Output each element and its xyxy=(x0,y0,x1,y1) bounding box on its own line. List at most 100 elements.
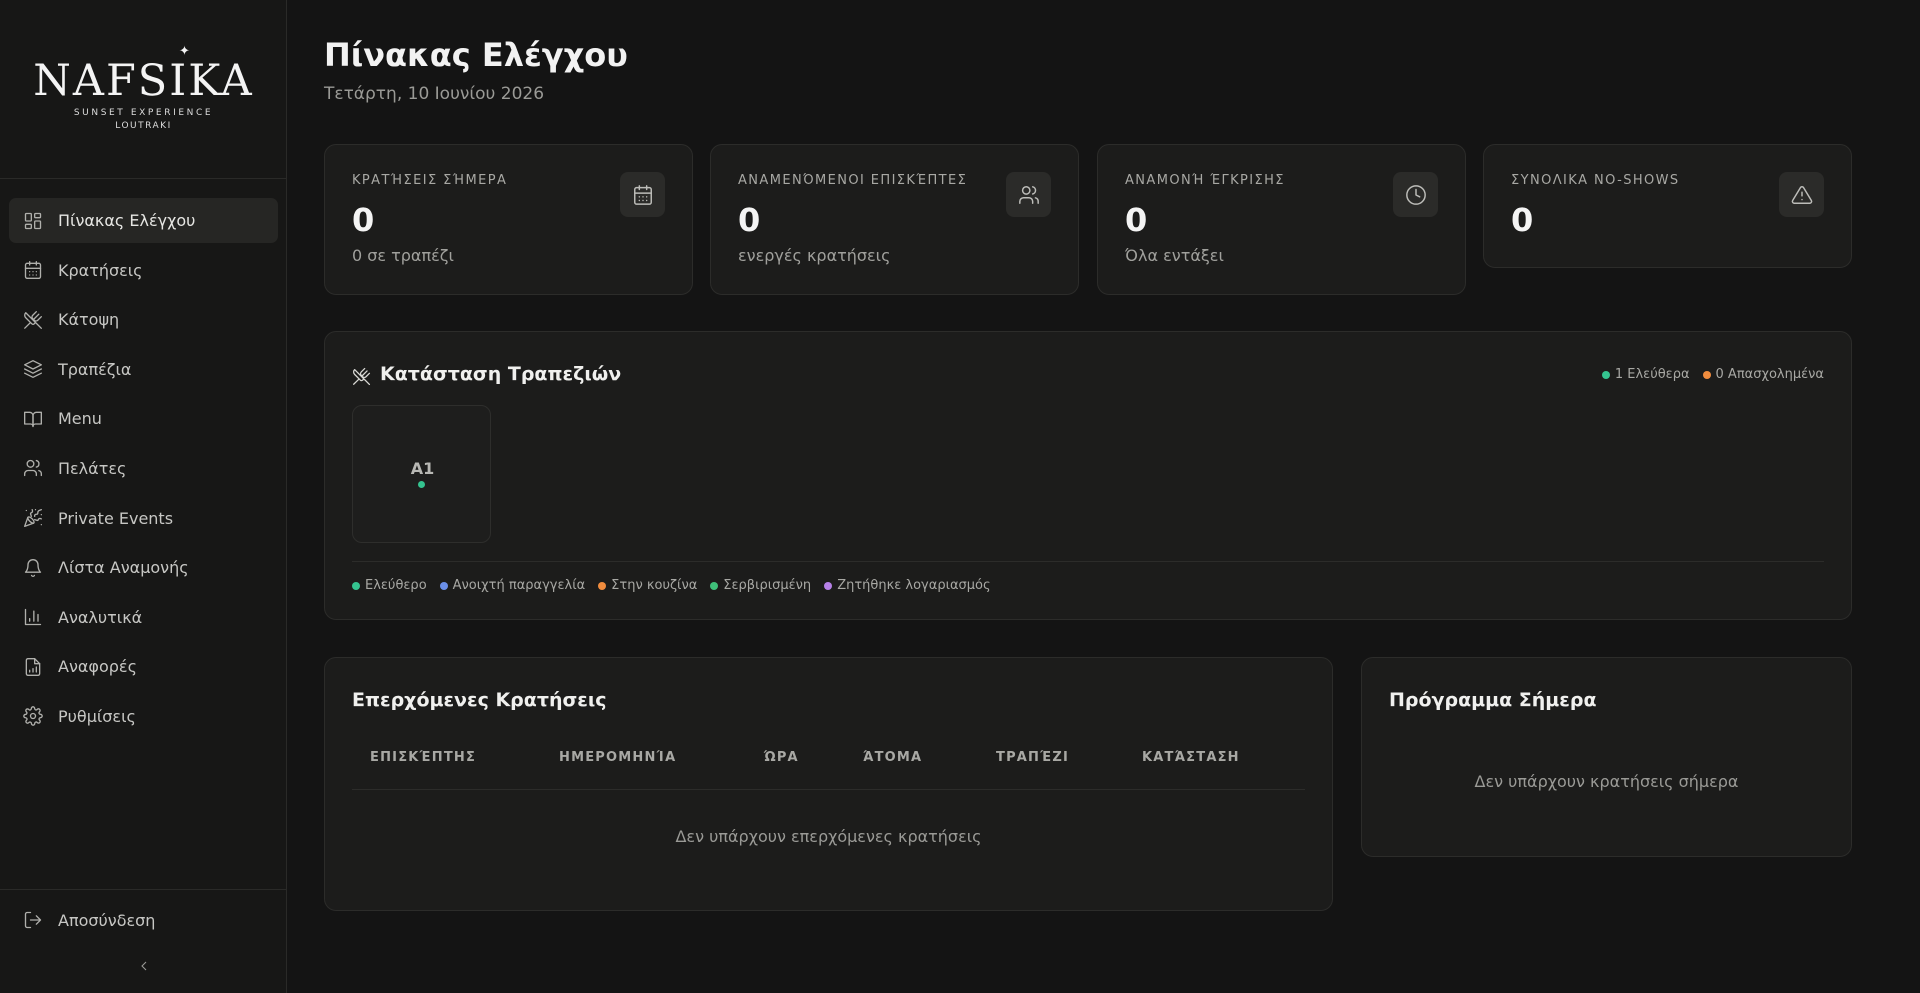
sidebar-item-private-events[interactable]: Private Events xyxy=(9,496,278,541)
column-header-guest: ΕΠΙΣΚΈΠΤΗΣ xyxy=(370,750,477,765)
column-header-status: ΚΑΤΆΣΤΑΣΗ xyxy=(1142,750,1240,765)
column-header-table: ΤΡΑΠΈΖΙ xyxy=(996,750,1069,765)
legend-item: Ανοιχτή παραγγελία xyxy=(439,578,586,593)
legend-dot xyxy=(824,581,833,590)
free-dot xyxy=(1601,370,1610,379)
legend-item: Στην κουζίνα xyxy=(598,578,697,593)
table-header: ΕΠΙΣΚΈΠΤΗΣ ΗΜΕΡΟΜΗΝΊΑ ΏΡΑ ΆΤΟΜΑ ΤΡΑΠΈΖΙ … xyxy=(352,750,1305,790)
sidebar-item-label: Private Events xyxy=(58,508,174,528)
legend-label: Σερβιρισμένη xyxy=(723,578,812,593)
stat-label: ΑΝΑΜΟΝΉ ΈΓΚΡΙΣΗΣ xyxy=(1125,173,1285,188)
bar-chart-icon xyxy=(23,607,43,627)
settings-icon xyxy=(23,706,43,727)
legend-dot xyxy=(598,581,607,590)
page-title: Πίνακας Ελέγχου xyxy=(324,36,628,74)
stat-value: 0 xyxy=(738,201,761,239)
sidebar-item-customers[interactable]: Πελάτες xyxy=(9,446,278,491)
calendar-icon xyxy=(620,172,665,217)
stat-value: 0 xyxy=(1511,201,1534,239)
sidebar-footer: Αποσύνδεση xyxy=(0,889,287,993)
sidebar-item-tables[interactable]: Τραπέζια xyxy=(9,347,278,392)
stat-value: 0 xyxy=(1125,201,1148,239)
dashboard-icon xyxy=(23,211,43,231)
sidebar-item-reservations[interactable]: Κρατήσεις xyxy=(9,248,278,293)
legend-dot xyxy=(710,581,719,590)
stat-subtext: Όλα εντάξει xyxy=(1125,246,1224,265)
sidebar-item-analytics[interactable]: Αναλυτικά xyxy=(9,595,278,640)
stat-card-pending-approval: ΑΝΑΜΟΝΉ ΈΓΚΡΙΣΗΣ 0 Όλα εντάξει xyxy=(1097,144,1466,295)
users-icon xyxy=(23,458,43,478)
logo[interactable]: NAFSIKA ✦ SUNSET EXPERIENCE LOUTRAKI xyxy=(0,0,286,179)
table-status-dot xyxy=(418,481,425,488)
users-icon xyxy=(1006,172,1051,217)
today-schedule-panel: Πρόγραμμα Σήμερα Δεν υπάρχουν κρατήσεις … xyxy=(1361,657,1852,857)
logout-button[interactable]: Αποσύνδεση xyxy=(23,910,155,930)
utensils-icon xyxy=(352,367,371,386)
calendar-icon xyxy=(23,260,43,280)
alert-triangle-icon xyxy=(1779,172,1824,217)
sidebar-item-label: Πίνακας Ελέγχου xyxy=(58,211,196,230)
sidebar-item-label: Ρυθμίσεις xyxy=(58,706,136,726)
free-count-label: 1 Ελεύθερα xyxy=(1614,367,1690,382)
column-header-time: ΏΡΑ xyxy=(764,750,799,765)
stat-card-no-shows: ΣΥΝΟΛΙΚΑ NO-SHOWS 0 xyxy=(1483,144,1852,268)
legend-item: Ζητήθηκε λογαριασμός xyxy=(824,578,991,593)
busy-dot xyxy=(1702,370,1711,379)
sidebar-item-menu[interactable]: Menu xyxy=(9,396,278,441)
layers-icon xyxy=(23,359,43,379)
sidebar-item-label: Κάτοψη xyxy=(58,310,120,330)
sidebar-item-dashboard[interactable]: Πίνακας Ελέγχου xyxy=(9,198,278,243)
status-legend: Ελεύθερο Ανοιχτή παραγγελία Στην κουζίνα… xyxy=(352,578,1004,593)
sidebar-item-reports[interactable]: Αναφορές xyxy=(9,644,278,689)
upcoming-title: Επερχόμενες Κρατήσεις xyxy=(352,689,607,711)
sidebar-item-label: Κρατήσεις xyxy=(58,260,143,280)
bell-icon xyxy=(23,558,43,578)
logo-location: LOUTRAKI xyxy=(115,121,172,131)
sidebar-item-label: Τραπέζια xyxy=(58,359,132,379)
report-icon xyxy=(23,657,43,677)
divider xyxy=(352,561,1824,562)
busy-count: 0 Απασχολημένα xyxy=(1702,367,1824,382)
stat-label: ΣΥΝΟΛΙΚΑ NO-SHOWS xyxy=(1511,173,1680,188)
stat-value: 0 xyxy=(352,201,375,239)
legend-dot xyxy=(439,581,448,590)
legend-label: Ελεύθερο xyxy=(365,578,427,593)
sidebar-item-waitlist[interactable]: Λίστα Αναμονής xyxy=(9,545,278,590)
legend-item: Ελεύθερο xyxy=(352,578,427,593)
sidebar-item-label: Menu xyxy=(58,409,102,429)
legend-item: Σερβιρισμένη xyxy=(710,578,811,593)
sidebar-item-settings[interactable]: Ρυθμίσεις xyxy=(9,694,278,739)
table-status-panel: Κατάσταση Τραπεζιών 1 Ελεύθερα 0 Απασχολ… xyxy=(324,331,1852,620)
legend-label: Ζητήθηκε λογαριασμός xyxy=(837,578,991,593)
sidebar-item-label: Πελάτες xyxy=(58,458,127,478)
sidebar-item-label: Αναλυτικά xyxy=(58,607,143,627)
busy-count-label: 0 Απασχολημένα xyxy=(1715,367,1824,382)
legend-label: Στην κουζίνα xyxy=(611,578,698,593)
schedule-empty-message: Δεν υπάρχουν κρατήσεις σήμερα xyxy=(1474,772,1739,791)
schedule-title: Πρόγραμμα Σήμερα xyxy=(1389,689,1597,711)
legend-label: Ανοιχτή παραγγελία xyxy=(452,578,586,593)
chevron-left-icon[interactable] xyxy=(136,958,152,974)
logo-tagline: SUNSET EXPERIENCE xyxy=(73,108,214,118)
table-tile-a1[interactable]: A1 xyxy=(352,405,491,543)
free-count: 1 Ελεύθερα xyxy=(1601,367,1690,382)
stat-card-expected-guests: ΑΝΑΜΕΝΌΜΕΝΟΙ ΕΠΙΣΚΈΠΤΕΣ 0 ενεργές κρατήσ… xyxy=(710,144,1079,295)
clock-icon xyxy=(1393,172,1438,217)
table-status-title: Κατάσταση Τραπεζιών xyxy=(380,363,622,385)
page-date: Τετάρτη, 10 Ιουνίου 2026 xyxy=(324,84,545,104)
stat-label: ΚΡΑΤΉΣΕΙΣ ΣΉΜΕΡΑ xyxy=(352,173,508,188)
logout-label: Αποσύνδεση xyxy=(58,910,156,930)
legend-dot xyxy=(352,581,360,590)
sidebar-item-label: Λίστα Αναμονής xyxy=(58,558,189,578)
table-counts: 1 Ελεύθερα 0 Απασχολημένα xyxy=(1589,367,1824,382)
stat-subtext: 0 σε τραπέζι xyxy=(352,246,454,265)
upcoming-reservations-panel: Επερχόμενες Κρατήσεις ΕΠΙΣΚΈΠΤΗΣ ΗΜΕΡΟΜΗ… xyxy=(324,657,1333,911)
star-icon: ✦ xyxy=(179,44,190,59)
logout-icon xyxy=(24,911,42,929)
book-icon xyxy=(23,409,43,429)
table-name: A1 xyxy=(410,459,435,478)
sidebar-item-floorplan[interactable]: Κάτοψη xyxy=(9,297,278,342)
party-icon xyxy=(23,508,43,528)
upcoming-empty-message: Δεν υπάρχουν επερχόμενες κρατήσεις xyxy=(675,827,982,846)
column-header-guests: ΆΤΟΜΑ xyxy=(863,750,923,765)
